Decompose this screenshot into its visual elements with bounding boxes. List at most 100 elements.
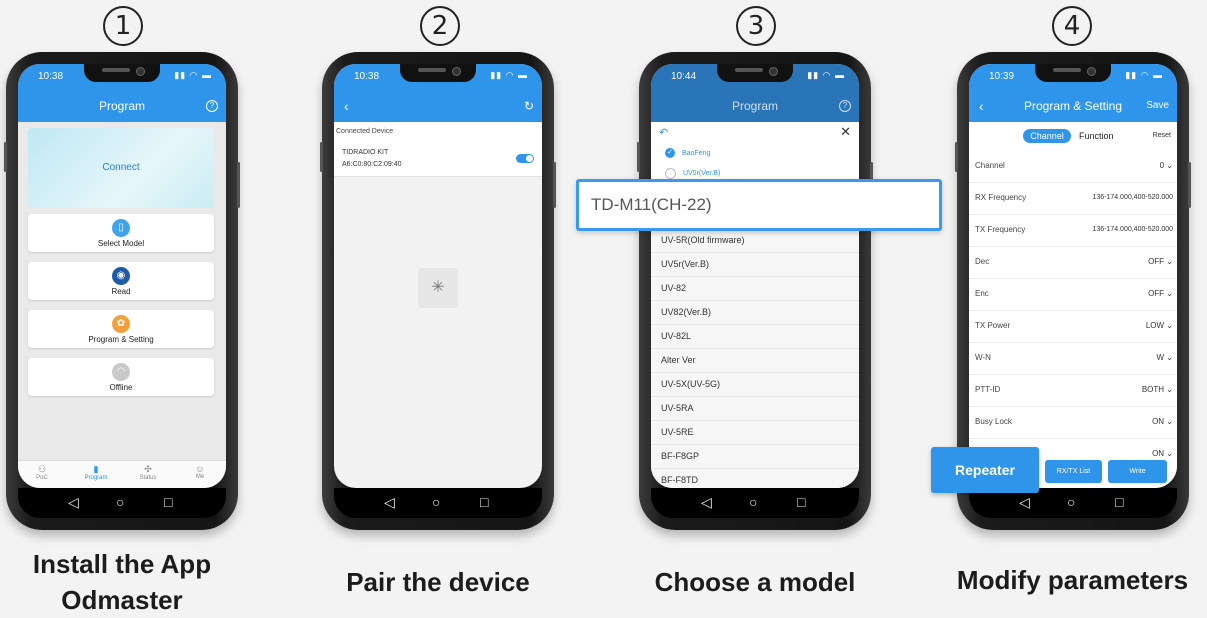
- save-button[interactable]: Save: [1146, 90, 1169, 122]
- recents-nav-icon[interactable]: □: [164, 494, 172, 510]
- param-row-tx-power[interactable]: TX Power LOW ⌄: [969, 310, 1177, 343]
- notch: [84, 64, 160, 82]
- param-row-ptt-id[interactable]: PTT-ID BOTH ⌄: [969, 374, 1177, 407]
- refresh-icon[interactable]: ↻: [524, 90, 534, 122]
- highlighted-model-option[interactable]: TD-M11(CH-22): [576, 179, 942, 231]
- param-row-dec[interactable]: Dec OFF ⌄: [969, 246, 1177, 279]
- reset-button[interactable]: Reset: [1153, 132, 1171, 139]
- model-picker: ↶ ✕ ✓ BaoFeng UV5r(Ver.B) UV-5R(Old firm…: [651, 122, 859, 488]
- caption-step-1: Install the App Odmaster: [0, 546, 244, 618]
- repeater-button[interactable]: Repeater: [931, 447, 1039, 493]
- list-item[interactable]: UV5r(Ver.B): [651, 252, 859, 277]
- tab-status[interactable]: ✣ Status: [136, 464, 160, 481]
- device-mac: A6:C0:80:C2:09:40: [342, 161, 402, 168]
- back-nav-icon[interactable]: ◁: [384, 494, 395, 511]
- back-nav-icon[interactable]: ◁: [68, 494, 79, 511]
- undo-icon[interactable]: ↶: [659, 126, 668, 139]
- tab-me[interactable]: ☺ Me: [190, 464, 210, 480]
- model-label: UV5r(Ver.B): [682, 170, 721, 178]
- param-row-w-n[interactable]: W-N W ⌄: [969, 342, 1177, 375]
- phone-icon: ▯: [112, 219, 130, 237]
- notch: [1035, 64, 1111, 82]
- param-row-tx-frequency[interactable]: TX Frequency 136-174.000,400-520.000: [969, 214, 1177, 247]
- list-item[interactable]: UV82(Ver.B): [651, 300, 859, 325]
- step-number-3: 3: [736, 6, 776, 46]
- rxtx-list-label: RX/TX List: [1056, 468, 1091, 475]
- tab-function[interactable]: Function: [1079, 129, 1114, 143]
- select-model-button[interactable]: ▯ Select Model: [28, 214, 214, 252]
- repeater-label: Repeater: [955, 462, 1015, 478]
- home-nav-icon[interactable]: ○: [116, 494, 124, 510]
- param-row-rx-frequency[interactable]: RX Frequency 136-174.000,400-520.000: [969, 182, 1177, 215]
- rxtx-list-button[interactable]: RX/TX List: [1045, 460, 1102, 483]
- notch: [717, 64, 793, 82]
- param-row-enc[interactable]: Enc OFF ⌄: [969, 278, 1177, 311]
- recents-nav-icon[interactable]: □: [1115, 494, 1123, 510]
- back-nav-icon[interactable]: ◁: [701, 494, 712, 511]
- page-title: Program: [731, 99, 778, 113]
- radio-icon: [665, 168, 676, 179]
- connected-device-section: Connected Device TIDRADIO KIT A6:C0:80:C…: [334, 122, 542, 177]
- status-icon: ✣: [144, 464, 152, 474]
- help-icon[interactable]: ?: [839, 100, 851, 112]
- model-option-top[interactable]: UV5r(Ver.B): [665, 168, 720, 179]
- connect-banner[interactable]: Connect: [28, 128, 214, 208]
- list-item[interactable]: UV-5X(UV-5G): [651, 372, 859, 397]
- help-icon[interactable]: ?: [206, 100, 218, 112]
- user-icon: ☺: [195, 464, 205, 474]
- gear-icon: ✿: [112, 315, 130, 333]
- tab-channel[interactable]: Channel: [1023, 129, 1071, 143]
- connect-label: Connect: [102, 162, 140, 173]
- phone-pair-device: 10:38 ▮▮ ◠ ▬ ‹ ↻ Connected Device TIDRAD…: [320, 52, 556, 530]
- list-item[interactable]: Alter Ver: [651, 348, 859, 373]
- step-number-4: 4: [1052, 6, 1092, 46]
- android-nav-bar: ◁ ○ □: [334, 488, 542, 518]
- people-icon: ⚇: [37, 464, 47, 474]
- write-label: Write: [1129, 468, 1146, 475]
- radio-icon: ▮: [93, 464, 99, 474]
- bottom-tab-bar: ⚇ PoC ▮ Program ✣ Status ☺ Me: [18, 460, 226, 488]
- param-row-busy-lock[interactable]: Busy Lock ON ⌄: [969, 406, 1177, 439]
- list-item[interactable]: UV-82: [651, 276, 859, 301]
- param-row-channel[interactable]: Channel 0 ⌄: [969, 150, 1177, 183]
- tab-poc[interactable]: ⚇ PoC: [32, 464, 52, 481]
- app-header: ‹ ↻: [334, 90, 542, 122]
- offline-button[interactable]: ◠ Offline: [28, 358, 214, 396]
- list-item[interactable]: UV-5RE: [651, 420, 859, 445]
- device-name: TIDRADIO KIT: [342, 149, 389, 156]
- section-title: Connected Device: [336, 128, 394, 135]
- read-label: Read: [111, 287, 131, 296]
- back-icon[interactable]: ‹: [344, 90, 349, 122]
- list-item[interactable]: BF-F8GP: [651, 444, 859, 469]
- list-item[interactable]: UV-82L: [651, 324, 859, 349]
- back-nav-icon[interactable]: ◁: [1019, 494, 1030, 511]
- back-icon[interactable]: ‹: [979, 90, 984, 122]
- list-item[interactable]: UV-5R(Old firmware): [651, 228, 859, 253]
- tab-program[interactable]: ▮ Program: [82, 464, 110, 481]
- status-time: 10:39: [989, 71, 1015, 82]
- write-button[interactable]: Write: [1108, 460, 1167, 483]
- caption-step-1-line1: Install the App: [32, 549, 212, 579]
- step-number-1: 1: [103, 6, 143, 46]
- parameter-list: Channel 0 ⌄ RX Frequency 136-174.000,400-5…: [969, 150, 1177, 471]
- brand-option[interactable]: ✓ BaoFeng: [665, 148, 710, 158]
- read-button[interactable]: ◉ Read: [28, 262, 214, 300]
- phone-install-app: 10:38 ▮▮ ◠ ▬ Program ? Connect ▯ Select …: [4, 52, 240, 530]
- recents-nav-icon[interactable]: □: [480, 494, 488, 510]
- close-icon[interactable]: ✕: [840, 124, 851, 140]
- android-nav-bar: ◁ ○ □: [18, 488, 226, 518]
- connection-toggle[interactable]: [516, 154, 534, 163]
- step-number-2: 2: [420, 6, 460, 46]
- app-header: Program ?: [651, 90, 859, 122]
- recents-nav-icon[interactable]: □: [797, 494, 805, 510]
- select-model-label: Select Model: [97, 239, 145, 248]
- home-nav-icon[interactable]: ○: [749, 494, 757, 510]
- offline-label: Offline: [109, 383, 133, 392]
- list-item[interactable]: UV-5RA: [651, 396, 859, 421]
- list-item[interactable]: BF-F8TD: [651, 468, 859, 488]
- status-time: 10:38: [38, 71, 64, 82]
- home-nav-icon[interactable]: ○: [432, 494, 440, 510]
- page-title: Program & Setting: [1023, 99, 1123, 113]
- home-nav-icon[interactable]: ○: [1067, 494, 1075, 510]
- program-setting-button[interactable]: ✿ Program & Setting: [28, 310, 214, 348]
